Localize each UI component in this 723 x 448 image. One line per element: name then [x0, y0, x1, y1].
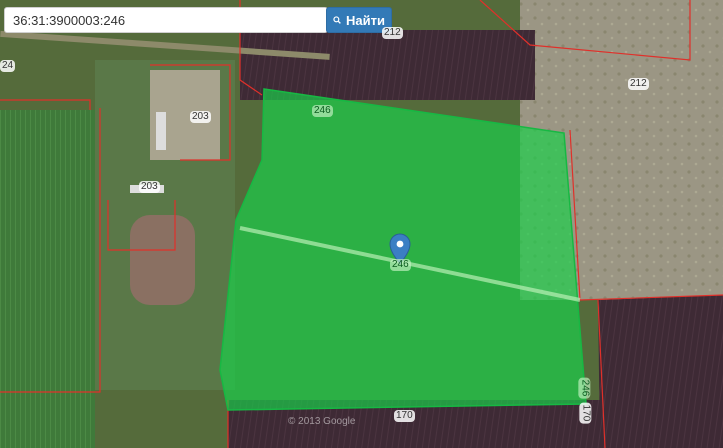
parcel-label-24[interactable]: 24 — [0, 60, 16, 72]
parcel-label-246-center[interactable]: 246 — [390, 259, 411, 271]
search-input[interactable] — [4, 7, 328, 33]
parcel-label-203-b[interactable]: 203 — [139, 181, 160, 193]
map-watermark: © 2013 Google — [288, 416, 356, 427]
parcel-label-170-right[interactable]: 170 — [579, 402, 592, 424]
find-button-label: Найти — [346, 12, 385, 28]
parcel-label-170-bottom[interactable]: 170 — [394, 410, 415, 422]
search-icon — [333, 16, 341, 24]
parcel-label-246-right[interactable]: 246 — [578, 377, 591, 399]
farm-building-1 — [156, 112, 166, 150]
parcel-label-212-top[interactable]: 212 — [382, 27, 403, 39]
parcel-label-203-a[interactable]: 203 — [190, 111, 211, 123]
parcel-label-212-right[interactable]: 212 — [628, 78, 649, 90]
parcel-label-246-top[interactable]: 246 — [312, 105, 333, 117]
dark-field-top — [240, 30, 535, 100]
satellite-map[interactable] — [0, 0, 723, 448]
pond — [130, 215, 195, 305]
green-field-left — [0, 110, 95, 448]
dark-field-bottom-right — [598, 295, 723, 448]
